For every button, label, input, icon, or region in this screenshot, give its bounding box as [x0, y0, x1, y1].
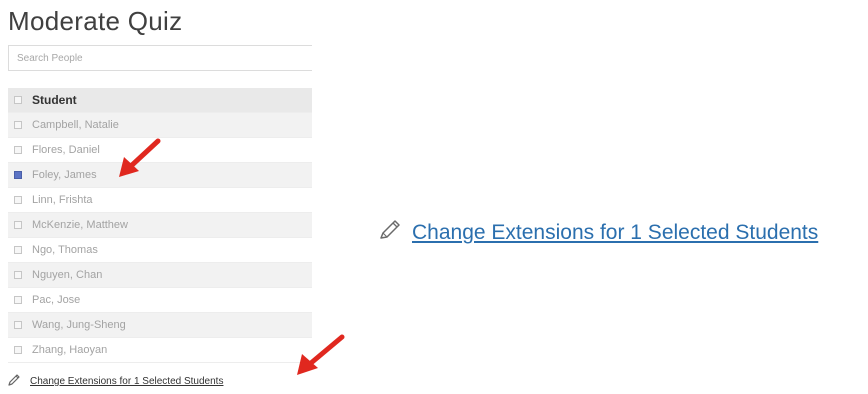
student-checkbox[interactable] — [14, 221, 22, 229]
change-extensions-link[interactable]: Change Extensions for 1 Selected Student… — [8, 374, 223, 389]
student-name: Zhang, Haoyan — [32, 344, 108, 356]
student-name: Foley, James — [32, 169, 97, 181]
student-name: Nguyen, Chan — [32, 269, 103, 281]
student-name: Pac, Jose — [32, 294, 81, 306]
red-arrow-icon — [119, 138, 161, 177]
student-checkbox[interactable] — [14, 171, 22, 179]
student-checkbox[interactable] — [14, 196, 22, 204]
table-row[interactable]: Linn, Frishta — [8, 188, 312, 213]
student-checkbox[interactable] — [14, 246, 22, 254]
change-extensions-label: Change Extensions for 1 Selected Student… — [30, 376, 224, 387]
student-checkbox[interactable] — [14, 346, 22, 354]
student-checkbox[interactable] — [14, 321, 22, 329]
student-checkbox[interactable] — [14, 271, 22, 279]
pencil-icon — [8, 374, 22, 389]
table-row[interactable]: McKenzie, Matthew — [8, 213, 312, 238]
student-checkbox[interactable] — [14, 121, 22, 129]
pencil-icon — [378, 219, 404, 247]
table-header-row: Student — [8, 88, 312, 113]
search-input[interactable] — [8, 45, 312, 71]
student-name: Linn, Frishta — [32, 194, 93, 206]
student-name: Wang, Jung-Sheng — [32, 319, 126, 331]
table-row[interactable]: Pac, Jose — [8, 288, 312, 313]
student-checkbox[interactable] — [14, 146, 22, 154]
page-title: Moderate Quiz — [8, 6, 183, 36]
table-row[interactable]: Wang, Jung-Sheng — [8, 313, 312, 338]
student-checkbox[interactable] — [14, 296, 22, 304]
student-name: McKenzie, Matthew — [32, 219, 128, 231]
change-extensions-label-enlarged: Change Extensions for 1 Selected Student… — [412, 221, 819, 244]
table-row[interactable]: Zhang, Haoyan — [8, 338, 312, 363]
table-row[interactable]: Ngo, Thomas — [8, 238, 312, 263]
student-name: Campbell, Natalie — [32, 119, 119, 131]
table-row[interactable]: Nguyen, Chan — [8, 263, 312, 288]
student-name: Flores, Daniel — [32, 144, 100, 156]
select-all-checkbox[interactable] — [14, 96, 22, 104]
student-name: Ngo, Thomas — [32, 244, 98, 256]
red-arrow-icon — [297, 334, 345, 375]
student-table: Student Campbell, Natalie Flores, Daniel… — [8, 88, 312, 363]
table-row[interactable]: Campbell, Natalie — [8, 113, 312, 138]
change-extensions-link-enlarged[interactable]: Change Extensions for 1 Selected Student… — [378, 219, 818, 247]
student-column-header: Student — [32, 93, 77, 107]
